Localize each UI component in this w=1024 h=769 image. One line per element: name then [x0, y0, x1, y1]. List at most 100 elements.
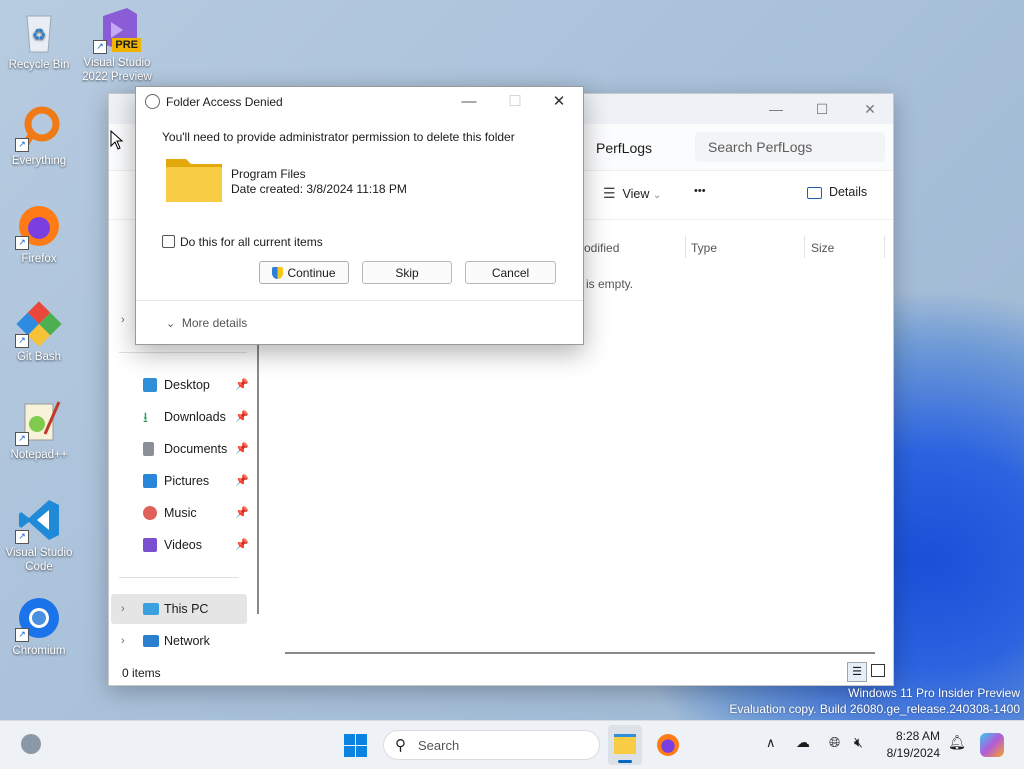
desktop-icon: [143, 378, 157, 392]
expand-chevron-icon[interactable]: ›: [121, 626, 125, 656]
sidebar-item-desktop[interactable]: Desktop 📌: [119, 370, 249, 400]
pin-icon[interactable]: 📌: [235, 370, 249, 400]
more-details-label: More details: [181, 316, 248, 330]
breadcrumb[interactable]: PerfLogs: [596, 140, 652, 156]
checkbox-box[interactable]: [162, 235, 175, 248]
desktop-icon-git-bash[interactable]: ↗ Git Bash: [1, 300, 77, 364]
horizontal-scrollbar[interactable]: [285, 652, 875, 654]
details-pane-button[interactable]: Details: [807, 185, 867, 199]
desktop-icon-chromium[interactable]: ↗ Chromium: [1, 594, 77, 658]
notification-bell-icon[interactable]: 🔔︎: [948, 734, 966, 751]
more-details-toggle[interactable]: ⌄ More details: [166, 316, 247, 330]
desktop-icon-recycle-bin[interactable]: ♻ Recycle Bin: [1, 8, 77, 72]
shortcut-arrow-icon: ↗: [15, 628, 29, 642]
network-globe-icon[interactable]: 🌐︎: [829, 734, 840, 751]
column-divider[interactable]: [884, 236, 885, 258]
minimize-button[interactable]: —: [753, 94, 799, 124]
copilot-pre-icon[interactable]: [980, 733, 1004, 757]
onedrive-icon[interactable]: ☁: [796, 734, 810, 751]
desktop-icon-label: Everything: [11, 155, 67, 167]
pin-icon[interactable]: 📌: [235, 466, 249, 496]
taskbar-search-box[interactable]: ⚲ Search: [383, 730, 600, 760]
sidebar-item-network[interactable]: › Network: [111, 626, 239, 656]
taskbar: ⚲ Search ∧ ☁ 🌐︎ 🔇︎ 8:28 AM 8/19/2024 🔔︎: [0, 720, 1024, 769]
shortcut-arrow-icon: ↗: [15, 530, 29, 544]
details-view-button[interactable]: ☰: [847, 662, 867, 682]
sidebar-item-label: Music: [164, 506, 197, 520]
mouse-pointer-icon: [110, 129, 124, 153]
sidebar-item-music[interactable]: Music 📌: [119, 498, 249, 528]
sidebar-item-label: This PC: [164, 602, 209, 616]
apply-to-all-checkbox[interactable]: Do this for all current items: [162, 235, 323, 249]
sidebar-item-this-pc[interactable]: › This PC: [111, 594, 247, 624]
empty-folder-message: is empty.: [586, 277, 634, 291]
view-button[interactable]: ☰ View ⌄: [603, 185, 661, 202]
start-button[interactable]: [344, 734, 367, 757]
desktop-icon-everything[interactable]: ↗ Everything: [1, 104, 77, 168]
desktop-icon-label: Visual Studio 2022 Preview: [82, 57, 152, 83]
svg-text:♻: ♻: [32, 27, 46, 44]
computer-icon: [143, 603, 159, 615]
column-divider[interactable]: [804, 236, 805, 258]
close-button[interactable]: ✕: [536, 87, 582, 117]
desktop-icon-visual-studio[interactable]: PRE ↗ Visual Studio 2022 Preview: [79, 6, 155, 84]
close-button[interactable]: ✕: [847, 94, 893, 124]
expand-chevron-icon[interactable]: ›: [121, 314, 125, 326]
clock-date[interactable]: 8/19/2024: [884, 746, 940, 760]
desktop-icon-firefox[interactable]: ↗ Firefox: [1, 202, 77, 266]
dialog-title: Folder Access Denied: [166, 95, 283, 109]
sidebar-item-videos[interactable]: Videos 📌: [119, 530, 249, 560]
notepadpp-icon: ↗: [15, 398, 63, 446]
column-header-modified[interactable]: odified: [584, 241, 619, 255]
column-divider[interactable]: [685, 236, 686, 258]
minimize-button[interactable]: —: [446, 87, 492, 117]
clock-time[interactable]: 8:28 AM: [888, 729, 940, 743]
column-header-size[interactable]: Size: [811, 241, 834, 255]
pin-icon[interactable]: 📌: [235, 530, 249, 560]
maximize-button[interactable]: ☐: [799, 94, 845, 124]
visual-studio-icon: PRE ↗: [93, 6, 141, 54]
download-icon: ⭳: [143, 409, 148, 425]
skip-button[interactable]: Skip: [362, 261, 452, 284]
firefox-icon: ↗: [15, 202, 63, 250]
desktop-icon-vscode[interactable]: ↗ Visual Studio Code: [1, 496, 77, 574]
show-hidden-icons-chevron[interactable]: ∧: [766, 735, 776, 751]
taskbar-firefox[interactable]: [657, 734, 679, 756]
desktop-icon-notepadpp[interactable]: ↗ Notepad++: [1, 398, 77, 462]
widgets-icon[interactable]: [21, 734, 41, 754]
navigation-pane: › Desktop 📌 ⭳ Downloads 📌 Documents 📌 Pi…: [109, 314, 257, 660]
search-input[interactable]: Search PerfLogs: [695, 132, 885, 162]
speaker-muted-icon[interactable]: 🔇︎: [854, 734, 863, 751]
details-pane-icon: [807, 186, 822, 199]
active-indicator: [618, 760, 632, 763]
watermark-build: Evaluation copy. Build 26080.ge_release.…: [729, 702, 1020, 716]
continue-button[interactable]: Continue: [259, 261, 349, 284]
sidebar-item-label: Network: [164, 634, 210, 648]
taskbar-file-explorer[interactable]: [608, 725, 642, 765]
chevron-down-icon: ⌄: [166, 318, 176, 330]
column-header-type[interactable]: Type: [691, 241, 717, 255]
folder-icon: [614, 734, 636, 754]
expand-chevron-icon[interactable]: ›: [121, 594, 125, 624]
folder-name: Program Files: [231, 167, 306, 181]
more-options-button[interactable]: •••: [694, 185, 706, 197]
sidebar-item-documents[interactable]: Documents 📌: [119, 434, 249, 464]
sidebar-item-pictures[interactable]: Pictures 📌: [119, 466, 249, 496]
chevron-down-icon: ⌄: [652, 190, 662, 201]
folder-date-created: Date created: 3/8/2024 11:18 PM: [231, 182, 407, 196]
folder-icon: [166, 157, 222, 202]
continue-label: Continue: [287, 266, 336, 280]
shortcut-arrow-icon: ↗: [15, 432, 29, 446]
cancel-button[interactable]: Cancel: [465, 261, 556, 284]
sidebar-item-downloads[interactable]: ⭳ Downloads 📌: [119, 402, 249, 432]
tiles-view-button[interactable]: [871, 664, 885, 677]
sidebar-item-label: Documents: [164, 442, 228, 456]
chromium-icon: ↗: [15, 594, 63, 642]
pin-icon[interactable]: 📌: [235, 498, 249, 528]
pin-icon[interactable]: 📌: [235, 434, 249, 464]
music-icon: [143, 506, 157, 520]
desktop-icon-label: Git Bash: [16, 351, 62, 363]
nav-pane-scrollbar[interactable]: [257, 344, 259, 614]
desktop-icon-label: Chromium: [12, 645, 66, 657]
pin-icon[interactable]: 📌: [235, 402, 249, 432]
